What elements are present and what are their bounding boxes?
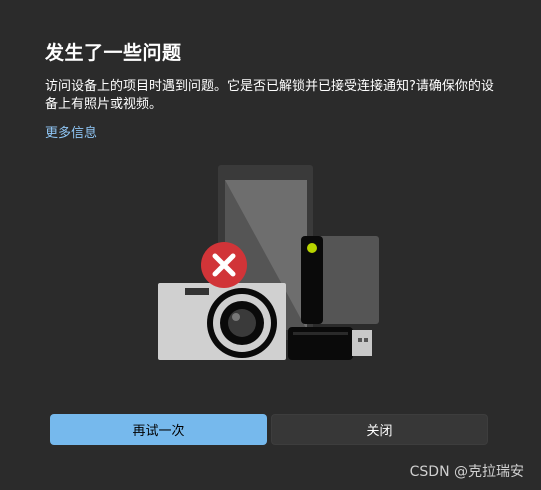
dialog-title: 发生了一些问题 [45,42,182,64]
external-drive-icon [301,236,379,324]
usb-drive-icon [288,327,372,360]
close-button[interactable]: 关闭 [271,414,488,445]
retry-button[interactable]: 再试一次 [50,414,267,445]
error-x-icon [201,242,247,288]
more-info-link[interactable]: 更多信息 [45,122,97,141]
camera-icon [158,283,286,360]
error-dialog: 发生了一些问题 访问设备上的项目时遇到问题。它是否已解锁并已接受连接通知?请确保… [0,0,541,490]
dialog-message: 访问设备上的项目时遇到问题。它是否已解锁并已接受连接通知?请确保你的设备上有照片… [45,79,494,112]
device-illustration [158,165,379,360]
watermark: CSDN @克拉瑞安 [409,464,524,480]
